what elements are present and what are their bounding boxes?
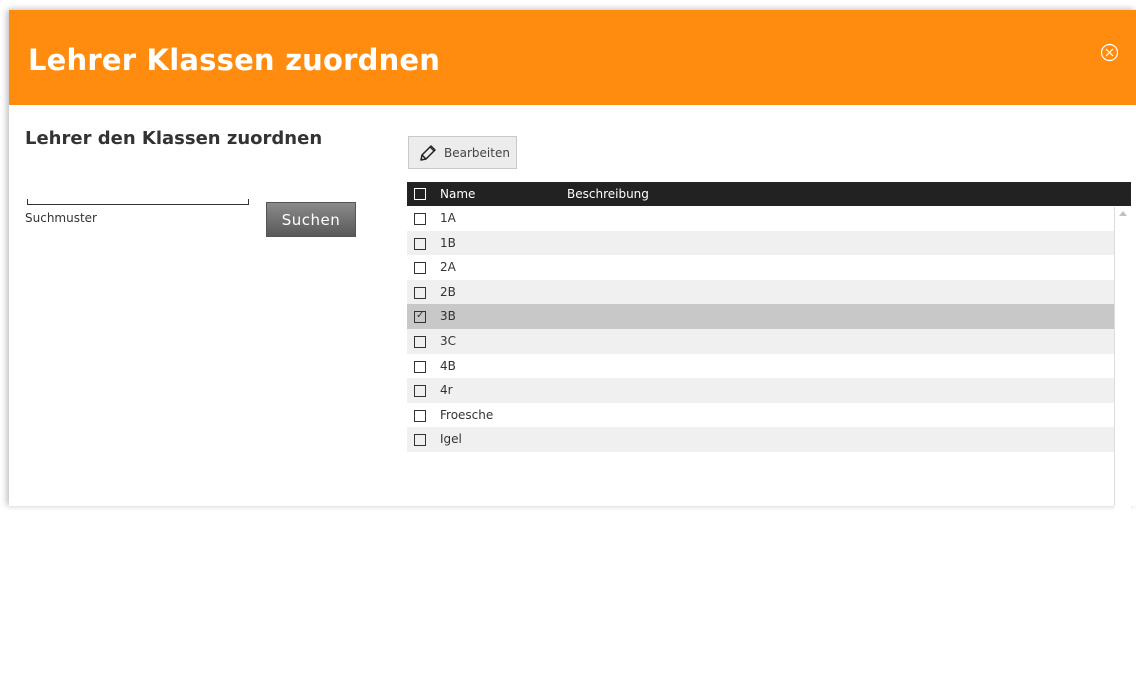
row-name: 3B [440, 309, 456, 324]
table-row[interactable]: 2B [407, 279, 1131, 305]
classes-table: Name Beschreibung 1A 1B 2A 2B ✓ 3B 3C 4B 4r Froes… [407, 182, 1131, 678]
table-body: 1A 1B 2A 2B ✓ 3B 3C 4B 4r Froesche Igel [407, 206, 1131, 452]
checkmark-icon: ✓ [416, 310, 425, 322]
table-row[interactable]: 1A [407, 206, 1131, 231]
section-title: Lehrer den Klassen zuordnen [25, 128, 323, 149]
row-name: 3C [440, 333, 457, 348]
table-header: Name Beschreibung [407, 182, 1131, 206]
row-name: 4r [440, 383, 453, 398]
row-checkbox[interactable] [414, 360, 426, 373]
search-label: Suchmuster [25, 211, 97, 225]
table-row[interactable]: ✓ 3B [407, 304, 1131, 329]
select-all-checkbox[interactable] [414, 188, 426, 200]
row-checkbox[interactable] [414, 434, 426, 447]
row-checkbox[interactable] [414, 409, 426, 422]
row-checkbox[interactable] [414, 213, 426, 225]
scrollbar[interactable] [1114, 207, 1131, 678]
row-name: 2B [440, 284, 456, 299]
column-header-description[interactable]: Beschreibung [567, 187, 649, 201]
row-name: Igel [440, 432, 462, 447]
row-checkbox[interactable] [414, 385, 426, 398]
scrollbar-track[interactable] [1114, 207, 1115, 506]
table-row[interactable]: 1B [407, 230, 1131, 256]
dialog-title: Lehrer Klassen zuordnen [28, 43, 441, 77]
row-name: 1B [440, 235, 456, 250]
row-checkbox[interactable]: ✓ [414, 310, 426, 324]
row-checkbox[interactable] [414, 237, 426, 250]
table-row[interactable]: Froesche [407, 402, 1131, 428]
edit-button-label: Bearbeiten [444, 145, 510, 160]
row-name: 2A [440, 260, 456, 275]
dialog-header: Lehrer Klassen zuordnen [9, 10, 1136, 105]
table-row[interactable]: 4r [407, 378, 1131, 403]
table-row[interactable]: 3C [407, 328, 1131, 354]
edit-button[interactable]: Bearbeiten [408, 136, 517, 169]
table-row[interactable]: 4B [407, 353, 1131, 379]
row-checkbox[interactable] [414, 286, 426, 299]
table-row[interactable]: 2A [407, 255, 1131, 280]
row-checkbox[interactable] [414, 262, 426, 275]
row-name: Froesche [440, 407, 494, 422]
search-button[interactable]: Suchen [266, 202, 356, 237]
row-name: 1A [440, 211, 456, 225]
search-input-underline [27, 199, 249, 205]
column-header-name[interactable]: Name [440, 187, 475, 201]
pencil-icon [420, 144, 436, 161]
row-checkbox[interactable] [414, 335, 426, 348]
row-name: 4B [440, 358, 456, 373]
scroll-up-arrow-icon[interactable] [1119, 211, 1127, 216]
close-icon[interactable] [1100, 43, 1119, 62]
table-row[interactable]: Igel [407, 427, 1131, 452]
